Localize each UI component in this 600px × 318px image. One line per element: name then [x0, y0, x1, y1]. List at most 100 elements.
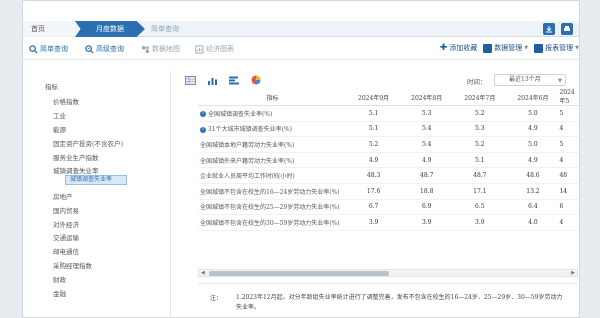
- horizontal-bar-icon: [228, 76, 239, 84]
- table-cell: 5.0: [506, 105, 560, 122]
- tree-item-industry[interactable]: 工业: [53, 110, 66, 120]
- tree-item-fixed-asset-investment[interactable]: 固定资产投资(不含农户): [53, 138, 123, 148]
- table-cell: 4.9: [506, 152, 560, 169]
- pie-chart-icon: [251, 75, 261, 85]
- table-cell: 6: [559, 199, 579, 216]
- header-indicator[interactable]: 指标: [198, 89, 348, 106]
- data-panel: 时间： 最近13个月 ▼ 指标 2024年9月 2024年8月 2024年7月 …: [176, 71, 579, 318]
- table-cell: 3.9: [347, 214, 401, 231]
- table-cell: 5.4: [400, 136, 454, 153]
- hbar-chart-view-button[interactable]: [228, 75, 240, 85]
- table-row: 全国城镇外来户籍劳动力失业率(%) 4.9 4.9 5.1 4.9 4: [198, 152, 579, 169]
- data-map-button[interactable]: 数据地图: [141, 43, 180, 55]
- report-manage-label: 报表管理: [545, 44, 574, 52]
- bar-chart-icon: [207, 77, 217, 85]
- chevron-down-icon: ▼: [575, 45, 579, 51]
- row-indicator-cell: i 31个大城市城镇调查失业率(%): [198, 121, 348, 138]
- print-button[interactable]: [561, 23, 573, 35]
- header-column[interactable]: 2024年5: [559, 89, 579, 106]
- table-cell: 6.7: [347, 199, 401, 216]
- tree-item-price-index[interactable]: 价格指数: [53, 96, 79, 106]
- indicator-tree: 指标 价格指数 工业 能源 固定资产投资(不含农户) 服务业生产指数 城镇调查失…: [31, 71, 171, 318]
- map-icon: [141, 45, 150, 53]
- scroll-left-icon[interactable]: ◀: [201, 270, 205, 276]
- note-text: 1.2023年12月起，对分年龄组失业率统计进行了调整完善，发布不包含在校生的1…: [236, 294, 563, 311]
- tree-item-service-index[interactable]: 服务业生产指数: [53, 152, 99, 162]
- info-icon[interactable]: i: [200, 126, 206, 133]
- tab-home[interactable]: 首页: [23, 21, 75, 37]
- tree-item-finance[interactable]: 金融: [53, 288, 66, 298]
- advanced-query-button[interactable]: 高级查询: [85, 43, 124, 55]
- tree-item-real-estate[interactable]: 房地产: [53, 191, 73, 201]
- tree-item-finance-fiscal[interactable]: 财政: [53, 274, 66, 284]
- tree-item-foreign-economy[interactable]: 对外经济: [53, 219, 79, 229]
- report-icon: [195, 44, 204, 54]
- header-column[interactable]: 2024年8月: [400, 89, 454, 106]
- search-icon: [29, 44, 38, 54]
- tab-bar-actions: [543, 23, 573, 35]
- table-cell: 48.7: [400, 167, 454, 184]
- chevron-down-icon: ▼: [524, 45, 529, 51]
- table-cell: 6.4: [506, 199, 560, 216]
- tree-item-domestic-trade[interactable]: 国内贸易: [53, 205, 79, 215]
- table-cell: 5.1: [453, 152, 507, 169]
- tab-simple-query[interactable]: 简单查询: [143, 21, 223, 37]
- time-label: 时间：: [467, 78, 487, 86]
- horizontal-scrollbar[interactable]: ◀ ▶: [198, 269, 578, 277]
- scrollbar-thumb[interactable]: [209, 271, 389, 276]
- data-manage-button[interactable]: 数据管理 ▼: [483, 43, 528, 53]
- table-row: 全国城镇不包含在校生的30—59岁劳动力失业率(%) 3.9 3.9 3.9 4…: [198, 214, 579, 231]
- row-indicator: 全国城镇外来户籍劳动力失业率(%): [198, 152, 348, 169]
- table-cell: 5.3: [400, 105, 454, 122]
- table-cell: 5.0: [506, 136, 560, 153]
- note-label: 注：: [210, 295, 223, 302]
- header-column[interactable]: 2024年6月: [506, 89, 560, 106]
- table-cell: 4.9: [347, 152, 401, 169]
- time-range-value: 最近13个月: [509, 76, 541, 83]
- download-icon: [546, 26, 552, 33]
- time-range-select[interactable]: 最近13个月 ▼: [494, 74, 566, 86]
- simple-query-button[interactable]: 简单查询: [29, 43, 68, 55]
- table-cell: 5.2: [347, 136, 401, 153]
- tree-item-telecom[interactable]: 邮电通信: [53, 246, 79, 256]
- table-cell: 13.2: [506, 183, 560, 200]
- table-cell: 48.3: [347, 167, 401, 184]
- info-icon[interactable]: i: [200, 111, 206, 118]
- tree-item-energy[interactable]: 能源: [53, 124, 66, 134]
- pie-chart-view-button[interactable]: [250, 75, 262, 85]
- tree-item-transport[interactable]: 交通运输: [53, 232, 79, 242]
- table-icon: [184, 75, 196, 85]
- tree-item-unemployment[interactable]: 城镇调查失业率: [53, 165, 99, 175]
- table-cell: 48.7: [453, 167, 507, 184]
- tree-item-pmi[interactable]: 采购经理指数: [53, 260, 92, 270]
- report-manage-button[interactable]: 报表管理 ▼: [534, 43, 579, 53]
- table-cell: 4: [559, 121, 579, 138]
- table-cell: 5.1: [347, 105, 401, 122]
- tree-item-unemployment-selected[interactable]: 城镇调查失业率: [65, 175, 127, 185]
- table-row: 全国城镇不包含在校生的16—24岁劳动力失业率(%) 17.6 18.8 17.…: [198, 183, 579, 200]
- frequent-reports-label: 经济图表: [206, 45, 234, 53]
- data-manage-label: 数据管理: [494, 44, 523, 52]
- table-cell: 17.1: [453, 183, 507, 200]
- table-cell: 18.8: [400, 183, 454, 200]
- report-manage-icon: [534, 43, 544, 53]
- tab-bar: 首页 月度数据 简单查询: [23, 21, 579, 37]
- toolbar-right: ✚ 添加收藏 数据管理 ▼ 报表管理 ▼: [440, 43, 579, 53]
- frequent-reports-button[interactable]: 经济图表: [195, 43, 234, 55]
- table-cell: 3.9: [400, 214, 454, 231]
- row-indicator: 全国城镇调查失业率(%): [208, 110, 273, 118]
- table-row: 全国城镇本地户籍劳动力失业率(%) 5.2 5.4 5.2 5.0 5: [198, 136, 579, 153]
- tab-monthly-data[interactable]: 月度数据: [75, 21, 145, 37]
- download-button[interactable]: [543, 23, 555, 35]
- table-header-row: 指标 2024年9月 2024年8月 2024年7月 2024年6月 2024年…: [198, 89, 579, 106]
- table-cell: 5.2: [453, 136, 507, 153]
- table-cell: 5: [559, 105, 579, 122]
- scroll-right-icon[interactable]: ▶: [571, 270, 575, 276]
- header-column[interactable]: 2024年7月: [453, 89, 507, 106]
- tree-root[interactable]: 指标: [45, 81, 58, 91]
- row-indicator: 31个大城市城镇调查失业率(%): [208, 126, 293, 134]
- header-column[interactable]: 2024年9月: [347, 89, 401, 106]
- add-favorite-button[interactable]: ✚ 添加收藏: [440, 43, 478, 53]
- table-view-button[interactable]: [184, 75, 196, 85]
- bar-chart-view-button[interactable]: [206, 75, 218, 85]
